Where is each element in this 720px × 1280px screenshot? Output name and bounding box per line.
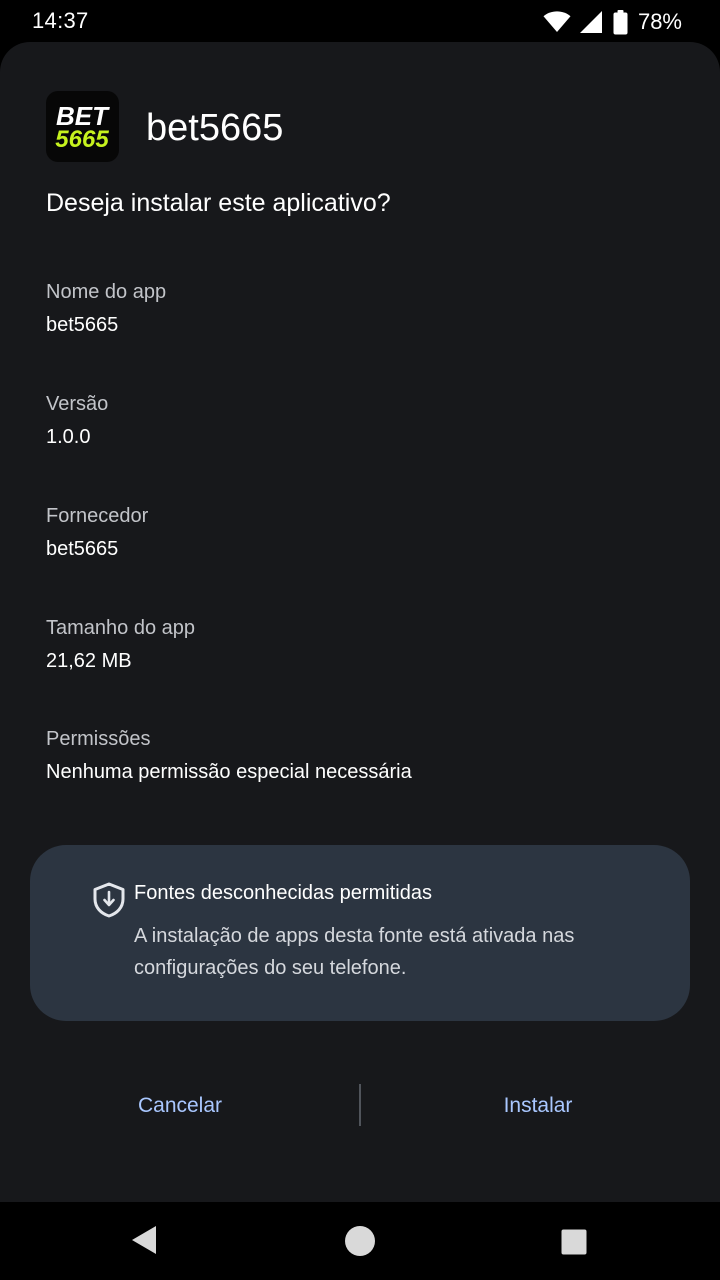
button-divider bbox=[359, 1084, 361, 1126]
cancel-button[interactable]: Cancelar bbox=[60, 1080, 300, 1132]
recents-icon bbox=[561, 1229, 587, 1255]
wifi-icon bbox=[543, 11, 571, 32]
home-icon bbox=[345, 1226, 375, 1256]
app-icon: BET 5665 bbox=[46, 91, 119, 162]
app-title: bet5665 bbox=[146, 107, 284, 149]
app-size-label: Tamanho do app bbox=[46, 617, 196, 639]
supplier-value: bet5665 bbox=[46, 538, 119, 560]
version-label: Versão bbox=[46, 393, 109, 415]
app-name-value: bet5665 bbox=[46, 314, 119, 336]
install-button[interactable]: Instalar bbox=[418, 1080, 658, 1132]
recents-button[interactable] bbox=[561, 1229, 587, 1255]
battery-percent: 78% bbox=[637, 9, 682, 34]
permissions-value: Nenhuma permissão especial necessária bbox=[46, 761, 412, 783]
bet5665-logo-icon: BET 5665 bbox=[55, 101, 110, 153]
logo-line-2: 5665 bbox=[55, 126, 109, 153]
app-size-value: 21,62 MB bbox=[46, 650, 132, 672]
status-time: 14:37 bbox=[32, 8, 89, 33]
install-question: Deseja instalar este aplicativo? bbox=[46, 189, 391, 217]
back-icon bbox=[132, 1226, 156, 1254]
status-icons: 78% bbox=[543, 8, 682, 36]
battery-icon bbox=[613, 9, 628, 34]
notice-body: A instalação de apps desta fonte está at… bbox=[134, 925, 575, 979]
install-screen: 14:37 78% BET 5665 bet5665 Deseja instal… bbox=[0, 0, 720, 1280]
home-button[interactable] bbox=[344, 1225, 376, 1257]
notice-title: Fontes desconhecidas permitidas bbox=[134, 882, 432, 904]
navigation-bar bbox=[0, 1202, 720, 1280]
back-button[interactable] bbox=[130, 1224, 158, 1256]
shield-icon bbox=[93, 882, 125, 918]
app-name-label: Nome do app bbox=[46, 281, 167, 303]
signal-icon bbox=[579, 11, 602, 33]
unknown-sources-notice: Fontes desconhecidas permitidas A instal… bbox=[30, 845, 690, 1021]
status-bar: 14:37 78% bbox=[0, 0, 720, 42]
install-dialog: BET 5665 bet5665 Deseja instalar este ap… bbox=[0, 42, 720, 1202]
permissions-label: Permissões bbox=[46, 728, 151, 750]
version-value: 1.0.0 bbox=[46, 426, 91, 448]
supplier-label: Fornecedor bbox=[46, 505, 149, 527]
